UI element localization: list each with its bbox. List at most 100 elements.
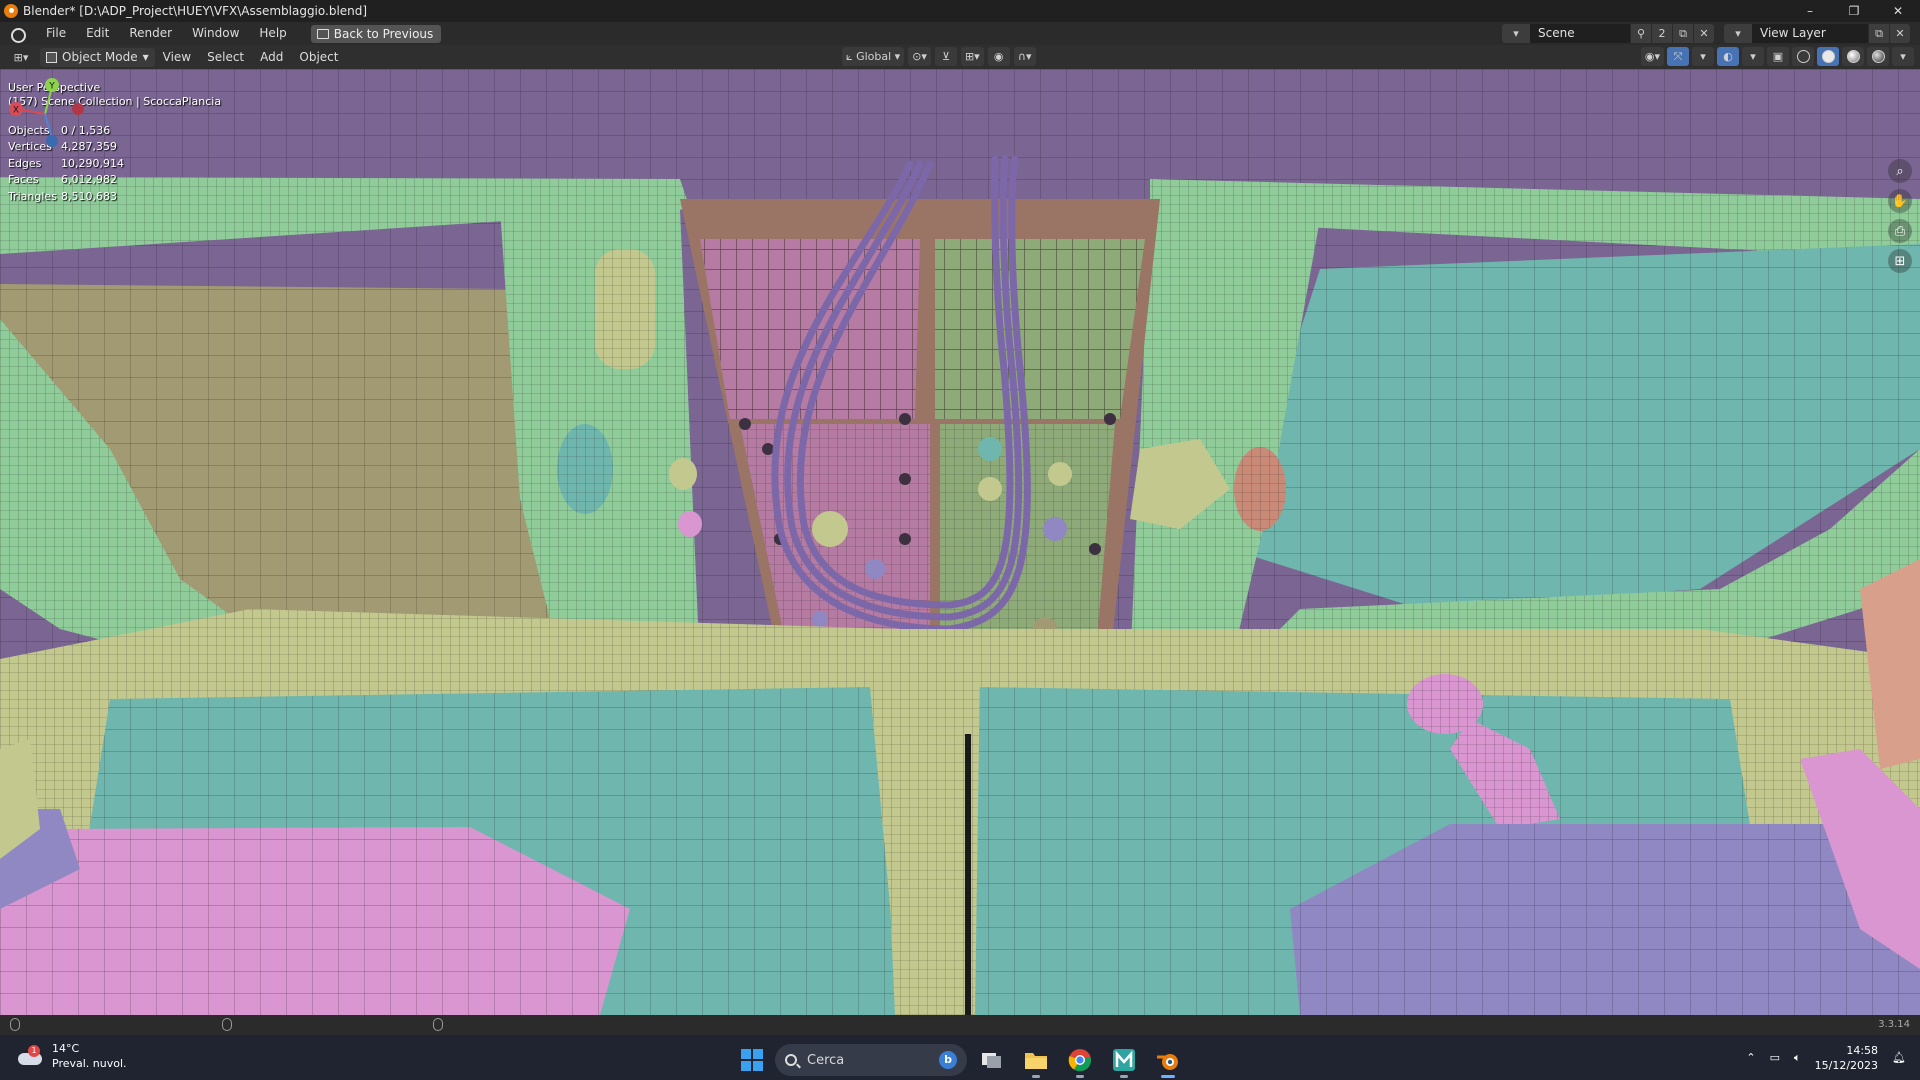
material-shading-icon[interactable]: [1842, 47, 1864, 66]
windows-taskbar: 1 14°C Preval. nuvol. Cerca b ⌃ ▭ 🔈︎ 14:…: [0, 1035, 1920, 1080]
scene-selector: ▾ Scene ⚲ 2 ⧉ ✕: [1502, 24, 1714, 43]
navigation-gizmo[interactable]: Y X: [0, 69, 90, 159]
menu-add[interactable]: Add: [252, 50, 291, 64]
maya-icon: [1113, 1049, 1135, 1071]
restore-button[interactable]: ❐: [1832, 0, 1876, 22]
top-menubar: File Edit Render Window Help Back to Pre…: [0, 22, 1920, 45]
view-layer-name-field[interactable]: View Layer: [1752, 24, 1868, 43]
proportional-edit-icon[interactable]: ◉: [987, 47, 1010, 66]
falloff-icon[interactable]: ∩▾: [1013, 47, 1036, 66]
scene-pin-icon[interactable]: ⚲: [1631, 24, 1651, 43]
minimize-button[interactable]: –: [1788, 0, 1832, 22]
weather-description: Preval. nuvol.: [52, 1057, 127, 1070]
notification-bell-icon[interactable]: 🔔︎: [1892, 1051, 1906, 1064]
chevron-down-icon: ▾: [142, 50, 149, 64]
scene-users-count[interactable]: 2: [1652, 24, 1672, 43]
camera-view-icon[interactable]: ⎙: [1888, 219, 1912, 243]
scene-delete-icon[interactable]: ✕: [1694, 24, 1714, 43]
pan-hand-icon[interactable]: ✋: [1888, 189, 1912, 213]
overlay-toggle-icon[interactable]: ◐: [1717, 47, 1739, 66]
rendered-shading-icon[interactable]: [1867, 47, 1889, 66]
scene-browse-icon[interactable]: ▾: [1502, 24, 1530, 43]
mouse-left-icon: [10, 1018, 20, 1031]
back-to-previous-label: Back to Previous: [333, 26, 434, 41]
file-explorer-button[interactable]: [1017, 1041, 1055, 1079]
taskbar-search[interactable]: Cerca b: [775, 1044, 967, 1076]
chrome-button[interactable]: [1061, 1041, 1099, 1079]
view-layer-new-icon[interactable]: ⧉: [1869, 24, 1889, 43]
gizmo-toggle-icon[interactable]: ⤧: [1667, 47, 1689, 66]
xray-toggle-icon[interactable]: ▣: [1767, 47, 1789, 66]
menu-window[interactable]: Window: [182, 22, 249, 45]
visibility-icon[interactable]: ◉▾: [1640, 47, 1664, 66]
transform-orientation-label: Global: [856, 50, 892, 63]
scene-render: [0, 69, 1920, 1015]
stat-row: Faces 6,012,982: [8, 173, 117, 187]
wireframe-shading-icon[interactable]: [1792, 47, 1814, 66]
ortho-grid-icon[interactable]: ⊞: [1888, 249, 1912, 273]
weather-temperature: 14°C: [52, 1042, 80, 1055]
snap-target-icon[interactable]: ⊞▾: [960, 47, 984, 66]
transform-orientation-dropdown[interactable]: ⟀ Global ▾: [842, 47, 905, 66]
zoom-icon[interactable]: ⌕: [1888, 159, 1912, 183]
3d-viewport[interactable]: User Perspective (157) Scene Collection …: [0, 69, 1920, 1015]
menu-help[interactable]: Help: [249, 22, 296, 45]
gizmo-x-label: X: [13, 106, 19, 116]
chevron-down-icon: ▾: [891, 50, 901, 63]
start-button[interactable]: [735, 1043, 769, 1077]
clock-date: 15/12/2023: [1814, 1058, 1879, 1072]
object-mode-label: Object Mode: [62, 50, 138, 64]
window-title: Blender* [D:\ADP_Project\HUEY\VFX\Assemb…: [23, 4, 368, 18]
system-tray: ⌃ ▭ 🔈︎ 14:58 15/12/2023 🔔︎: [1746, 1035, 1920, 1080]
volume-icon[interactable]: 🔈︎: [1794, 1051, 1801, 1065]
editor-type-icon[interactable]: ⊞▾: [6, 48, 36, 67]
menu-select[interactable]: Select: [199, 50, 252, 64]
solid-shading-icon[interactable]: [1817, 47, 1839, 66]
menu-edit[interactable]: Edit: [76, 22, 119, 45]
object-mode-dropdown[interactable]: Object Mode ▾: [40, 47, 155, 67]
chrome-icon: [1068, 1049, 1092, 1072]
scene-name-field[interactable]: Scene: [1530, 24, 1630, 43]
task-view-button[interactable]: [973, 1041, 1011, 1079]
mouse-right-icon: [433, 1018, 443, 1031]
overlay-options-icon[interactable]: ▾: [1742, 47, 1764, 66]
blender-version: 3.3.14: [1878, 1019, 1910, 1030]
weather-badge: 1: [28, 1045, 40, 1057]
orientation-axes-icon: ⟀: [846, 49, 857, 63]
menu-object[interactable]: Object: [291, 50, 346, 64]
search-placeholder: Cerca: [807, 1052, 845, 1068]
taskbar-apps: Cerca b: [735, 1041, 1187, 1079]
gizmo-z-axis[interactable]: [46, 135, 58, 147]
scene-new-icon[interactable]: ⧉: [1673, 24, 1693, 43]
chevron-up-icon[interactable]: ⌃: [1746, 1051, 1755, 1064]
gizmo-options-icon[interactable]: ▾: [1692, 47, 1714, 66]
back-to-previous-button[interactable]: Back to Previous: [310, 24, 442, 43]
close-button[interactable]: ✕: [1876, 0, 1920, 22]
view-layer-delete-icon[interactable]: ✕: [1890, 24, 1910, 43]
search-icon: [785, 1054, 797, 1066]
blender-logo-icon: [4, 4, 18, 18]
system-clock[interactable]: 14:58 15/12/2023: [1815, 1043, 1878, 1073]
screen-icon: [316, 28, 329, 39]
snap-icon[interactable]: ⊻: [934, 47, 957, 66]
gizmo-neg-x-axis[interactable]: [72, 103, 84, 115]
mouse-middle-icon: [222, 1018, 232, 1031]
blender-app: Blender* [D:\ADP_Project\HUEY\VFX\Assemb…: [0, 0, 1920, 1080]
maya-button[interactable]: [1105, 1041, 1143, 1079]
view-layer-browse-icon[interactable]: ▾: [1724, 24, 1752, 43]
bing-icon[interactable]: b: [939, 1051, 957, 1069]
viewport-header: ⊞▾ Object Mode ▾ View Select Add Object …: [0, 45, 1920, 69]
weather-widget[interactable]: 1 14°C Preval. nuvol.: [16, 1041, 127, 1071]
pivot-point-icon[interactable]: ⊙▾: [908, 47, 931, 66]
network-icon[interactable]: ▭: [1770, 1051, 1780, 1064]
cloud-icon: 1: [16, 1045, 44, 1067]
blender-menu-icon[interactable]: [8, 26, 28, 43]
view-layer-selector: ▾ View Layer ⧉ ✕: [1724, 24, 1910, 43]
shading-options-icon[interactable]: ▾: [1892, 47, 1914, 66]
menu-view[interactable]: View: [155, 50, 199, 64]
menu-file[interactable]: File: [36, 22, 76, 45]
folder-icon: [1025, 1053, 1047, 1069]
windows-logo-icon: [741, 1049, 763, 1071]
blender-taskbar-button[interactable]: [1149, 1041, 1187, 1079]
menu-render[interactable]: Render: [119, 22, 182, 45]
